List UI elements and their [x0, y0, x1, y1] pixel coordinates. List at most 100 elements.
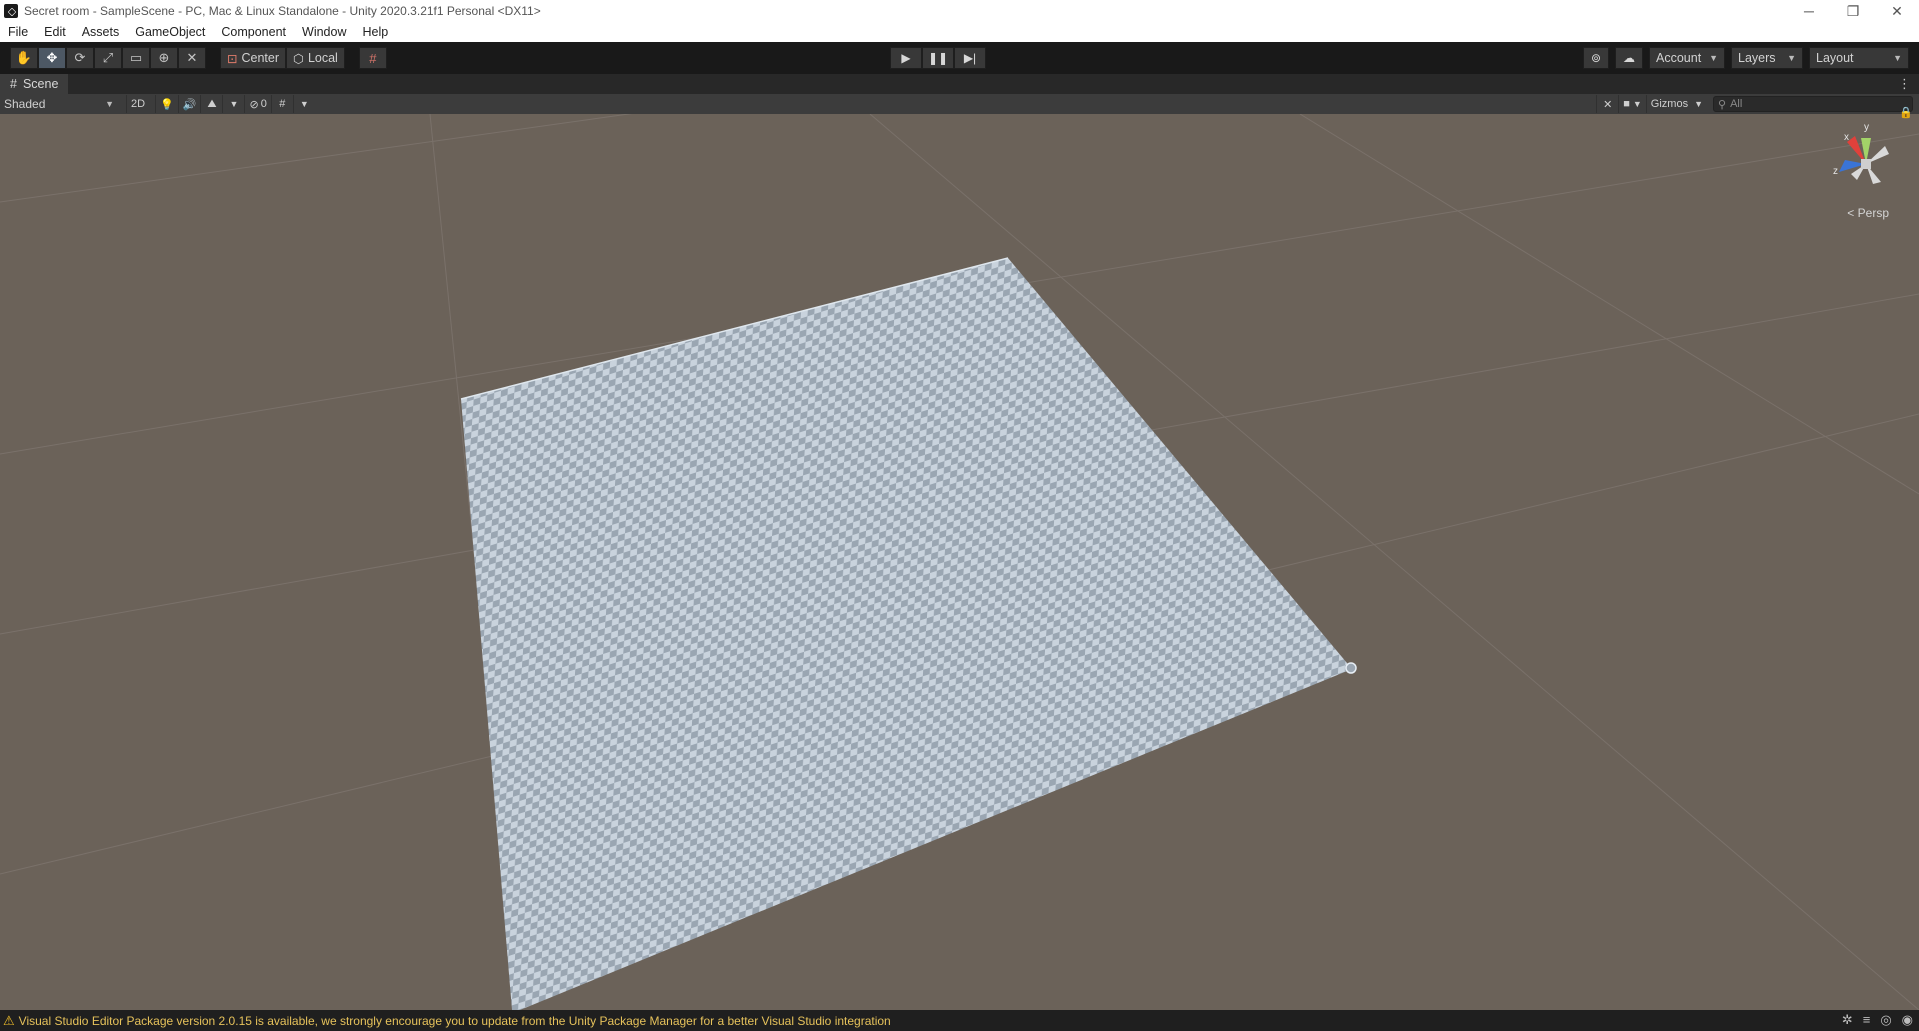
play-icon: ▶	[901, 51, 911, 65]
lighting-toggle-button[interactable]: 💡	[155, 95, 178, 113]
projection-chevron-icon: <	[1847, 206, 1855, 220]
collab-button[interactable]: ⊚	[1583, 47, 1609, 69]
tab-scene[interactable]: # Scene	[0, 74, 69, 94]
rotate-icon: ⟳	[74, 50, 86, 65]
grid-toggle-button[interactable]: #	[270, 95, 293, 113]
pivot-center-icon: ⊡	[227, 51, 238, 66]
grid-snap-group: #	[358, 47, 387, 69]
cloud-icon: ☁	[1623, 51, 1635, 65]
play-button[interactable]: ▶	[890, 47, 922, 69]
step-button[interactable]: ▶|	[954, 47, 986, 69]
pivot-rotation-label: Local	[307, 51, 338, 65]
menu-edit[interactable]: Edit	[36, 22, 74, 42]
transform-tool-button[interactable]: ⊕	[150, 47, 178, 69]
profiler-icon[interactable]: ◎	[1880, 1012, 1891, 1028]
rect-tool-button[interactable]: ▭	[122, 47, 150, 69]
more-options-icon[interactable]: ⋮	[1898, 76, 1911, 92]
projection-label: Persp	[1857, 206, 1889, 220]
debug-icon[interactable]: ✲	[1842, 1012, 1853, 1028]
chevron-down-icon: ▼	[1787, 53, 1796, 63]
account-dropdown[interactable]: Account ▼	[1649, 47, 1725, 69]
scene-canvas	[0, 103, 1919, 1011]
chevron-down-icon: ▼	[1694, 99, 1703, 109]
status-message[interactable]: Visual Studio Editor Package version 2.0…	[19, 1014, 891, 1028]
progress-check-icon[interactable]: ◉	[1902, 1012, 1913, 1028]
menu-gameobject[interactable]: GameObject	[127, 22, 213, 42]
grid-icon: #	[279, 98, 286, 110]
layout-label: Layout	[1816, 51, 1854, 65]
scale-tool-button[interactable]: ⤢	[94, 47, 122, 69]
tools-icon: ✕	[1603, 98, 1613, 111]
layers-label: Layers	[1738, 51, 1776, 65]
svg-text:z: z	[1833, 166, 1838, 177]
eye-hidden-icon: ⊘	[249, 98, 259, 111]
audio-toggle-button[interactable]: 🔊	[177, 95, 201, 113]
2d-toggle-button[interactable]: 2D	[126, 95, 149, 113]
transform-icon: ⊕	[158, 50, 170, 65]
hand-icon: ✋	[15, 50, 33, 65]
plane-corner-handle	[1345, 662, 1357, 674]
pause-button[interactable]: ❚❚	[922, 47, 954, 69]
local-cube-icon: ⬡	[293, 51, 304, 66]
menu-window[interactable]: Window	[294, 22, 354, 42]
layout-dropdown[interactable]: Layout ▼	[1809, 47, 1909, 69]
main-toolbar: ✋ ✥ ⟳ ⤢ ▭ ⊕ ✕ ⊡ Center ⬡ Local # ▶ ❚❚ ▶|…	[0, 42, 1919, 74]
speaker-icon: 🔊	[182, 98, 197, 111]
menu-file[interactable]: File	[0, 22, 36, 42]
status-bar: ⚠ Visual Studio Editor Package version 2…	[0, 1010, 1919, 1031]
close-button[interactable]: ✕	[1875, 0, 1919, 22]
effects-dropdown[interactable]: ▼	[222, 95, 244, 113]
menu-component[interactable]: Component	[213, 22, 294, 42]
scene-toolbar: Shaded ▼ 2D 💡 🔊 ⛰ ▼ ⊘ 0 # ▼ ✕ ■ ▼ Gizmos…	[0, 94, 1919, 115]
chevron-down-icon: ▼	[105, 99, 114, 109]
custom-tool-icon: ✕	[186, 50, 198, 65]
pause-icon: ❚❚	[927, 51, 949, 65]
rotate-tool-button[interactable]: ⟳	[66, 47, 94, 69]
menu-help[interactable]: Help	[354, 22, 396, 42]
tab-scene-label: Scene	[22, 77, 59, 91]
hidden-objects-toggle[interactable]: ⊘ 0	[244, 95, 270, 113]
cloud-button[interactable]: ☁	[1615, 47, 1643, 69]
chevron-down-icon: ▼	[1893, 53, 1902, 63]
scene-tab-bar: # Scene ⋮	[0, 74, 1919, 94]
restore-button[interactable]: ❐	[1831, 0, 1875, 22]
menu-assets[interactable]: Assets	[74, 22, 128, 42]
projection-toggle[interactable]: < Persp	[1847, 206, 1889, 220]
window-title-bar: Secret room - SampleScene - PC, Mac & Li…	[0, 0, 1919, 22]
menu-bar: File Edit Assets GameObject Component Wi…	[0, 22, 1919, 43]
pivot-mode-button[interactable]: ⊡ Center	[220, 47, 287, 69]
tools-button[interactable]: ✕	[1596, 95, 1618, 113]
scene-grid-icon: #	[10, 77, 17, 91]
svg-text:x: x	[1844, 132, 1849, 143]
hand-tool-button[interactable]: ✋	[10, 47, 38, 69]
play-controls: ▶ ❚❚ ▶|	[890, 47, 986, 69]
chevron-down-icon: ▼	[1632, 99, 1642, 109]
lock-icon[interactable]: 🔒	[1899, 106, 1913, 119]
window-title: Secret room - SampleScene - PC, Mac & Li…	[24, 4, 541, 18]
scene-viewport[interactable]: y x z < Persp 🔒	[0, 103, 1919, 1011]
gizmos-dropdown[interactable]: Gizmos ▼	[1645, 95, 1707, 113]
move-tool-button[interactable]: ✥	[38, 47, 66, 69]
chevron-down-icon: ▼	[1709, 53, 1719, 63]
effects-toggle-button[interactable]: ⛰	[200, 95, 222, 113]
pivot-rotation-button[interactable]: ⬡ Local	[286, 47, 345, 69]
move-icon: ✥	[46, 50, 58, 65]
account-label: Account	[1656, 51, 1702, 65]
warning-icon: ⚠	[3, 1012, 15, 1028]
transform-tools: ✋ ✥ ⟳ ⤢ ▭ ⊕ ✕	[10, 47, 206, 69]
scene-search-placeholder: All	[1730, 98, 1743, 110]
grid-snap-button[interactable]: #	[358, 47, 387, 69]
scene-search-input[interactable]: ⚲ All	[1713, 96, 1913, 112]
shading-mode-dropdown[interactable]: Shaded ▼	[0, 95, 118, 113]
minimize-button[interactable]: ─	[1787, 0, 1831, 22]
search-icon: ⚲	[1718, 98, 1727, 111]
orientation-gizmo-icon: y x z	[1833, 122, 1889, 184]
effects-icon: ⛰	[207, 97, 217, 110]
gizmos-label: Gizmos	[1650, 98, 1689, 110]
custom-tool-button[interactable]: ✕	[178, 47, 206, 69]
grid-dropdown[interactable]: ▼	[292, 95, 315, 113]
unity-logo-icon	[4, 4, 18, 18]
camera-button[interactable]: ■ ▼	[1618, 95, 1646, 113]
stack-icon[interactable]: ≡	[1863, 1012, 1871, 1028]
layers-dropdown[interactable]: Layers ▼	[1731, 47, 1803, 69]
